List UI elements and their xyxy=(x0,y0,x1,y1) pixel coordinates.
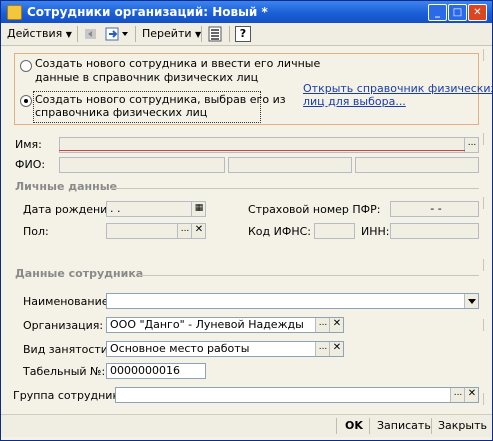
employee-name-field[interactable] xyxy=(106,293,479,309)
select-button[interactable]: ... xyxy=(315,342,330,356)
toolbar-separator xyxy=(229,26,230,42)
organization-value: ООО "Данго" - Луневой Надежды xyxy=(110,318,304,331)
open-persons-link-1[interactable]: Открыть справочник физических xyxy=(303,82,492,96)
window-title: Сотрудники организаций: Новый * xyxy=(27,5,268,19)
radio-select-existing-label-2[interactable]: справочника физических лиц xyxy=(35,106,207,120)
tabnum-value: 0000000016 xyxy=(110,364,180,377)
ok-button[interactable]: OK xyxy=(345,418,363,434)
organization-field[interactable]: ООО "Данго" - Луневой Надежды ... ✕ xyxy=(106,317,344,333)
pfr-value: - - xyxy=(430,202,442,215)
clear-icon[interactable]: ✕ xyxy=(329,318,343,332)
required-underline xyxy=(59,149,465,151)
toolbar-separator xyxy=(201,26,202,42)
resize-edge-marker xyxy=(483,393,490,405)
first-name-field[interactable] xyxy=(228,157,352,173)
employment-value: Основное место работы xyxy=(110,342,250,355)
birthdate-value: . . xyxy=(110,202,121,215)
toolbar-separator xyxy=(77,26,78,42)
actions-menu-label: Действия xyxy=(7,27,63,40)
ifns-field[interactable] xyxy=(314,223,355,239)
save-button[interactable]: Записать xyxy=(377,418,431,434)
close-window-button[interactable]: ✕ xyxy=(468,4,487,21)
form-button-bar: OK Записать Закрыть xyxy=(1,414,492,437)
tabnum-label: Табельный №: xyxy=(23,365,106,378)
clear-icon[interactable]: ✕ xyxy=(329,342,343,356)
group-label: Группа сотрудника: xyxy=(13,389,130,402)
resize-edge-marker xyxy=(483,49,490,61)
radio-select-existing-label-1[interactable]: Создать нового сотрудника, выбрав его из xyxy=(35,93,286,107)
chevron-down-icon: ▼ xyxy=(65,30,72,39)
actions-menu[interactable]: Действия ▼ xyxy=(7,26,72,42)
select-button[interactable]: ... xyxy=(177,224,192,238)
back-icon[interactable] xyxy=(83,26,99,42)
radio-select-existing[interactable] xyxy=(20,95,32,107)
help-button[interactable]: ? xyxy=(235,26,251,42)
ifns-label: Код ИФНС: xyxy=(248,225,311,238)
button-separator xyxy=(369,418,370,434)
birthdate-label: Дата рождения: xyxy=(23,203,118,216)
organization-label: Организация: xyxy=(23,319,104,332)
group-field[interactable]: ... ✕ xyxy=(115,387,479,403)
button-separator xyxy=(336,418,337,434)
minimize-button[interactable]: _ xyxy=(428,4,447,21)
name-label: Имя: xyxy=(15,138,42,151)
inn-field[interactable] xyxy=(390,223,479,239)
button-separator xyxy=(431,418,432,434)
close-button[interactable]: Закрыть xyxy=(438,418,487,434)
gender-label: Пол: xyxy=(23,225,49,238)
fio-label: ФИО: xyxy=(15,158,46,171)
calendar-icon[interactable]: ▦ xyxy=(191,202,205,216)
pfr-field[interactable]: - - xyxy=(390,201,479,217)
document-icon xyxy=(7,5,22,20)
select-button[interactable]: ... xyxy=(315,318,330,332)
creation-mode-group: Создать нового сотрудника и ввести его л… xyxy=(14,53,492,125)
resize-edge-marker xyxy=(483,197,490,209)
resize-edge-marker xyxy=(483,133,490,145)
select-button[interactable]: ... xyxy=(464,138,478,152)
last-name-field[interactable] xyxy=(59,157,225,173)
employee-name-label: Наименование: xyxy=(23,295,113,308)
employment-field[interactable]: Основное место работы ... ✕ xyxy=(106,341,344,357)
list-icon[interactable] xyxy=(207,26,223,42)
dropdown-button[interactable] xyxy=(464,294,478,308)
radio-new-person-label-2[interactable]: данные в справочник физических лиц xyxy=(35,71,258,85)
maximize-button[interactable]: □ xyxy=(448,4,467,21)
middle-name-field[interactable] xyxy=(355,157,479,173)
employee-form-window: Сотрудники организаций: Новый * _ □ ✕ Де… xyxy=(0,0,493,441)
radio-new-person-label-1[interactable]: Создать нового сотрудника и ввести его л… xyxy=(35,57,320,71)
personal-section-title: Личные данные xyxy=(15,180,118,193)
select-button[interactable]: ... xyxy=(450,388,465,402)
birthdate-field[interactable]: . . ▦ xyxy=(106,201,206,217)
toolbar: Действия ▼ Перейти ▼ ? xyxy=(1,23,492,46)
clear-icon[interactable]: ✕ xyxy=(464,388,478,402)
inn-label: ИНН: xyxy=(361,225,390,238)
toolbar-separator xyxy=(135,26,136,42)
section-divider xyxy=(111,188,479,189)
tabnum-field[interactable]: 0000000016 xyxy=(106,363,206,379)
goto-menu[interactable]: Перейти ▼ xyxy=(142,26,201,42)
resize-edge-marker xyxy=(483,319,490,331)
input-on-basis-icon[interactable] xyxy=(105,26,131,42)
open-persons-link-2[interactable]: лиц для выбора... xyxy=(303,95,406,109)
clear-icon[interactable]: ✕ xyxy=(191,224,205,238)
resize-edge-marker xyxy=(483,259,490,271)
title-bar: Сотрудники организаций: Новый * _ □ ✕ xyxy=(1,1,492,23)
goto-menu-label: Перейти xyxy=(142,27,192,40)
gender-field[interactable]: ... ✕ xyxy=(106,223,206,239)
employment-label: Вид занятости: xyxy=(23,343,112,356)
pfr-label: Страховой номер ПФР: xyxy=(248,203,381,216)
radio-new-person[interactable] xyxy=(20,60,32,72)
employee-section-title: Данные сотрудника xyxy=(15,267,144,280)
section-divider xyxy=(139,275,479,276)
